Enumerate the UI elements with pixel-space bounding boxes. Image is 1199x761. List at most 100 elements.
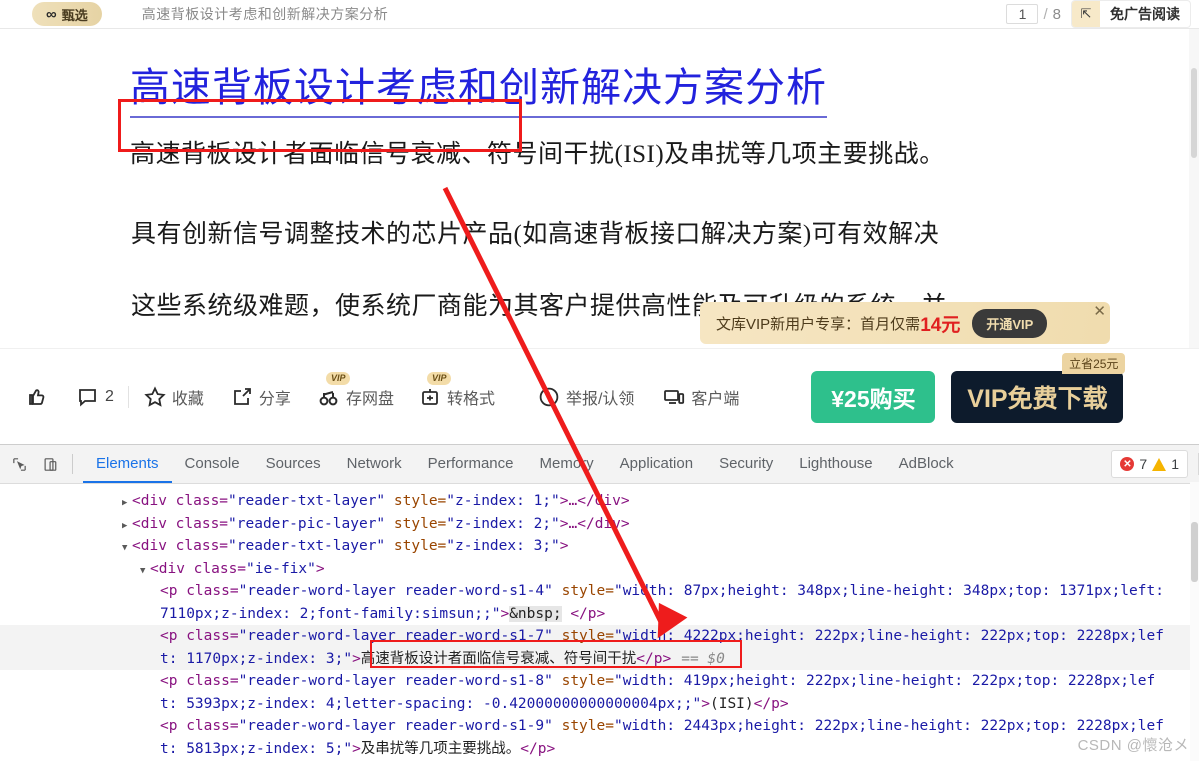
- dom-tag: <div class=: [132, 493, 229, 509]
- dom-tag: <div class=: [132, 538, 229, 554]
- dom-node-p-s1-7[interactable]: <p class="reader-word-layer reader-word-…: [0, 625, 1199, 648]
- buy-button[interactable]: ¥25购买: [811, 371, 936, 423]
- document-scrollbar-thumb[interactable]: [1191, 68, 1197, 158]
- comment-count: 2: [105, 388, 114, 405]
- dom-node-p-s1-8-cont[interactable]: t: 5393px;z-index: 4;letter-spacing: -0.…: [0, 693, 1199, 716]
- dom-gt: >: [352, 740, 361, 757]
- tab-application[interactable]: Application: [607, 445, 706, 483]
- tab-security[interactable]: Security: [706, 445, 786, 483]
- document-scrollbar[interactable]: [1189, 28, 1199, 348]
- convert-format-button[interactable]: VIP 转格式: [418, 372, 495, 409]
- console-issues-counter[interactable]: ✕ 7 1: [1111, 450, 1188, 478]
- dom-class-value: "reader-pic-layer": [228, 515, 386, 532]
- share-label: 分享: [258, 391, 291, 408]
- tab-performance[interactable]: Performance: [415, 445, 527, 483]
- dom-node-p-s1-4[interactable]: <p class="reader-word-layer reader-word-…: [0, 580, 1199, 603]
- brand-badge-zhenxuan[interactable]: ∞ 甄选: [32, 2, 102, 26]
- page-current-input[interactable]: 1: [1006, 4, 1039, 24]
- like-button[interactable]: [24, 385, 48, 409]
- action-divider: [127, 386, 129, 408]
- vip-promo-banner[interactable]: 文库VIP新用户专享：首月仅需 14元 开通VIP ✕: [700, 302, 1110, 344]
- dom-node-reader-txt-layer-1[interactable]: ▶ <div class="reader-txt-layer" style="z-…: [0, 490, 1199, 513]
- report-button[interactable]: 举报/认领: [537, 385, 634, 409]
- dom-tag: <p class=: [160, 718, 239, 734]
- no-ad-reading-button[interactable]: ⇱ 免广告阅读: [1071, 0, 1191, 28]
- device-toolbar-icon[interactable]: [38, 451, 64, 477]
- vip-promo-text: 文库VIP新用户专享：首月仅需: [716, 315, 921, 333]
- dom-style-value-part1: "width: 2443px;height: 222px;line-height…: [613, 718, 1164, 734]
- collapse-arrow-icon[interactable]: ▼: [122, 537, 132, 560]
- dom-style-value-part1: "width: 419px;height: 222px;line-height:…: [613, 673, 1156, 689]
- convert-format-icon: [418, 385, 442, 409]
- document-action-bar: 2 收藏 分享 VIP 存网盘 VIP 转格式 举报/认领 客户端 ¥25购买 …: [0, 348, 1199, 445]
- dom-style-value-part1: "width: 87px;height: 348px;line-height: …: [613, 583, 1164, 599]
- dom-node-p-s1-7-cont[interactable]: t: 1170px;z-index: 3;">高速背板设计者面临信号衰减、符号间…: [0, 647, 1199, 670]
- dom-node-reader-txt-layer-3[interactable]: ▼ <div class="reader-txt-layer" style="z-…: [0, 535, 1199, 558]
- header-right-group: 1 / 8 ⇱ 免广告阅读: [1006, 0, 1199, 28]
- devtools-scrollbar[interactable]: [1190, 482, 1199, 761]
- inspect-cursor-icon[interactable]: [6, 451, 32, 477]
- save-to-netdisk-button[interactable]: VIP 存网盘: [317, 372, 394, 409]
- tab-adblock[interactable]: AdBlock: [886, 445, 967, 483]
- dom-class-value: "reader-txt-layer": [228, 538, 386, 554]
- vip-subscribe-button[interactable]: 开通VIP: [972, 308, 1048, 338]
- dom-text-content: &nbsp;: [509, 605, 562, 622]
- close-icon[interactable]: ✕: [1093, 304, 1106, 319]
- dom-tree[interactable]: ▶ <div class="reader-txt-layer" style="z-…: [0, 484, 1199, 760]
- desktop-client-button[interactable]: 客户端: [662, 385, 739, 409]
- page-separator: /: [1043, 5, 1048, 23]
- vip-badge: VIP: [426, 372, 452, 385]
- dom-node-p-s1-8[interactable]: <p class="reader-word-layer reader-word-…: [0, 670, 1199, 693]
- vip-free-download-button[interactable]: VIP免费下载: [951, 371, 1124, 423]
- expand-arrow-icon[interactable]: ▶: [122, 515, 132, 538]
- comment-icon: [76, 385, 100, 409]
- dom-node-p-s1-9-cont[interactable]: t: 5813px;z-index: 5;">及串扰等几项主要挑战。</p>: [0, 738, 1199, 761]
- dom-node-ie-fix[interactable]: ▼ <div class="ie-fix">: [0, 558, 1199, 581]
- dom-style-value-part2: 7110px;z-index: 2;font-family:simsun;;": [160, 605, 501, 622]
- vip-promo-price: 14元: [920, 314, 961, 336]
- tab-lighthouse[interactable]: Lighthouse: [786, 445, 885, 483]
- comment-button[interactable]: 2: [76, 385, 114, 409]
- devtools-scrollbar-thumb[interactable]: [1191, 522, 1198, 582]
- page-indicator: 1 / 8: [1006, 4, 1061, 24]
- collapse-arrow-icon[interactable]: ▼: [140, 560, 150, 583]
- dom-attr-name: style=: [385, 515, 447, 532]
- dom-gt: >: [352, 650, 361, 667]
- devtools-tabbar: Elements Console Sources Network Perform…: [0, 445, 1199, 484]
- expand-arrow-icon[interactable]: ▶: [122, 492, 132, 515]
- dom-tag-tail: >: [559, 538, 569, 554]
- dom-attr-value: "z-index: 3;": [446, 538, 560, 554]
- tab-memory[interactable]: Memory: [527, 445, 607, 483]
- tab-console[interactable]: Console: [172, 445, 253, 483]
- expand-arrows-icon: ⇱: [1072, 1, 1100, 27]
- tab-elements[interactable]: Elements: [83, 445, 172, 483]
- dom-tag-tail: >: [315, 560, 325, 577]
- report-icon: [537, 385, 561, 409]
- dom-node-p-s1-4-cont[interactable]: 7110px;z-index: 2;font-family:simsun;;">…: [0, 603, 1199, 626]
- dom-close-tag: </p>: [520, 740, 556, 757]
- dom-attr-name: style=: [385, 538, 447, 554]
- cloud-save-icon: [317, 385, 341, 409]
- dom-text-content: (ISI): [709, 695, 754, 712]
- vip-badge: VIP: [325, 372, 351, 385]
- dom-attr-name: style=: [385, 493, 447, 509]
- dom-class-value: "reader-word-layer reader-word-s1-8": [238, 673, 553, 689]
- tab-network[interactable]: Network: [334, 445, 415, 483]
- dom-attr-name: style=: [552, 673, 614, 689]
- devtools-panel: Elements Console Sources Network Perform…: [0, 444, 1199, 761]
- share-button[interactable]: 分享: [230, 385, 291, 409]
- dom-close-tag: </p>: [753, 695, 789, 712]
- dom-tag: <p class=: [160, 673, 239, 689]
- dom-close-tag: </p>: [561, 605, 606, 622]
- dom-tag: <p class=: [160, 583, 239, 599]
- dom-gt: >: [701, 695, 710, 712]
- watermark: CSDN @懷沧メ: [1077, 737, 1189, 754]
- favorite-button[interactable]: 收藏: [143, 385, 204, 409]
- document-viewer[interactable]: 高速背板设计考虑和创新解决方案分析 高速背板设计者面临信号衰减、符号间干扰(IS…: [0, 28, 1199, 348]
- dom-close-tag: </p>: [636, 650, 672, 667]
- tab-sources[interactable]: Sources: [253, 445, 334, 483]
- vip-download-wrapper: 立省25元 VIP免费下载: [951, 353, 1126, 423]
- dom-style-value-part2: t: 5813px;z-index: 5;": [160, 740, 353, 757]
- dom-node-reader-pic-layer[interactable]: ▶ <div class="reader-pic-layer" style="z-…: [0, 513, 1199, 536]
- dom-node-p-s1-9[interactable]: <p class="reader-word-layer reader-word-…: [0, 715, 1199, 738]
